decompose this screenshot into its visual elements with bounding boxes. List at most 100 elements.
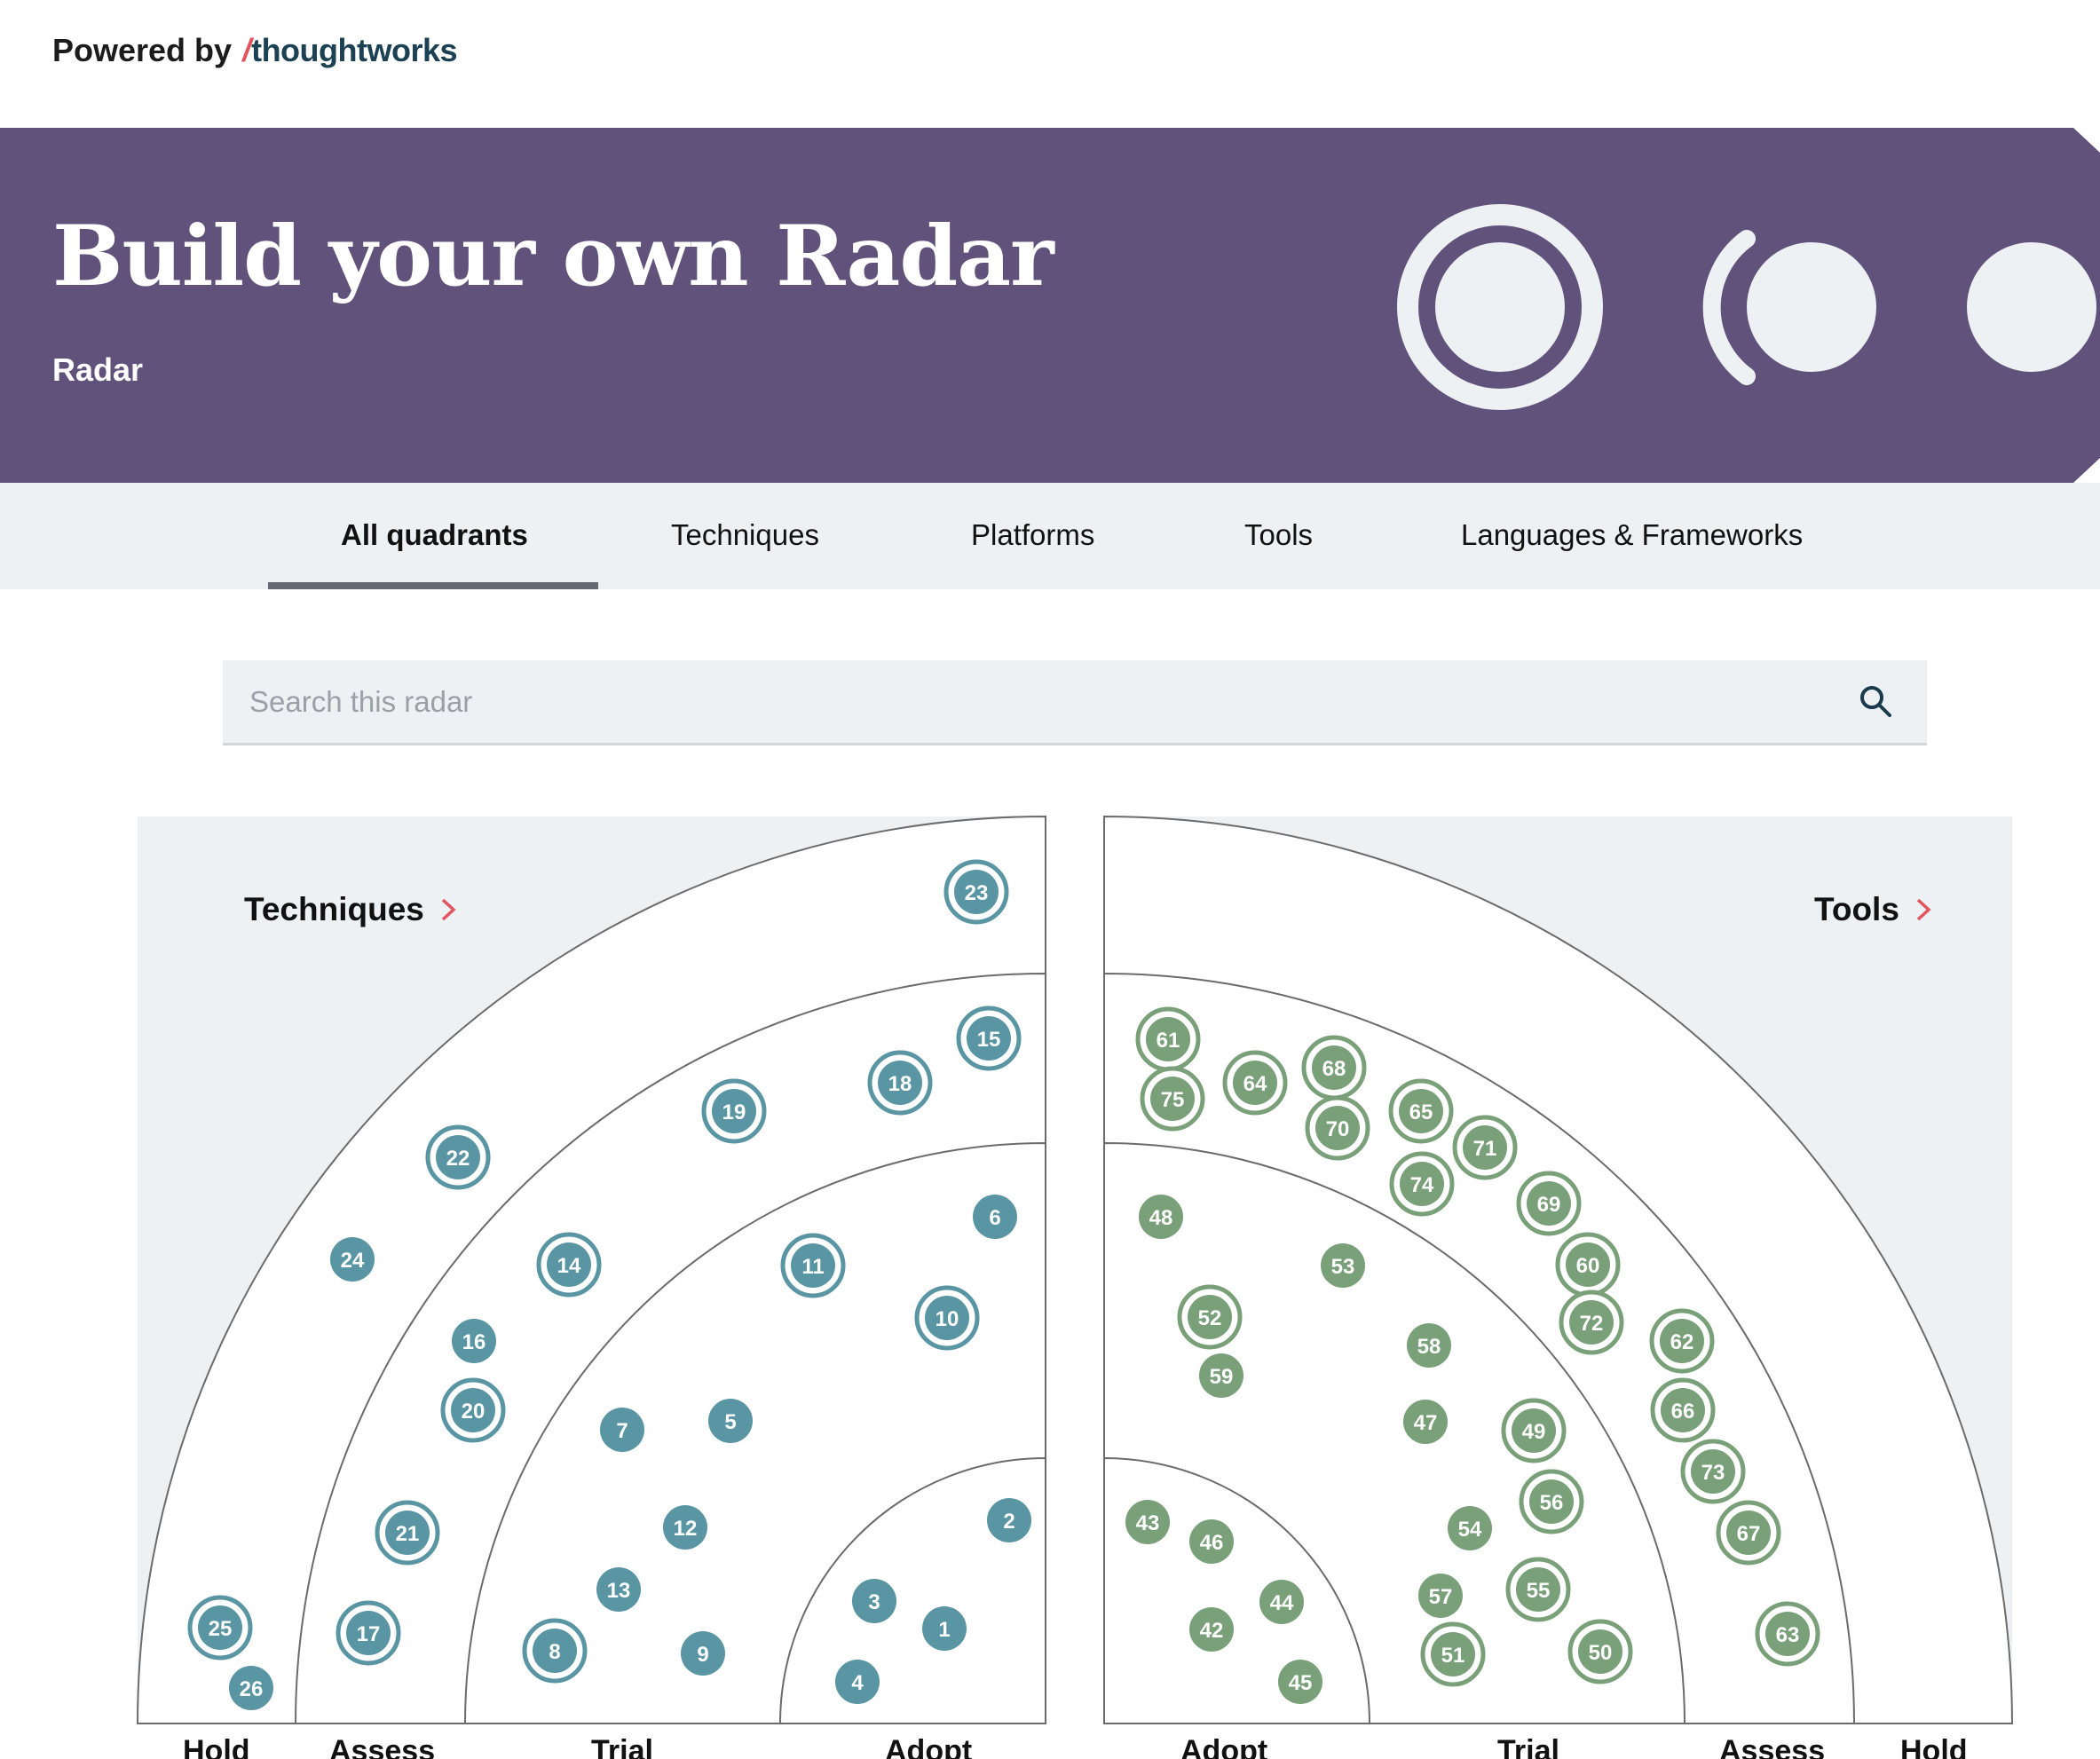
blip-7[interactable]: 7 (600, 1408, 644, 1452)
blip-number: 49 (1522, 1420, 1546, 1444)
search-icon[interactable] (1858, 683, 1893, 719)
techniques-quadrant-link[interactable]: Techniques (244, 891, 456, 928)
blip-18[interactable]: 18 (867, 1050, 933, 1116)
search-input[interactable] (249, 660, 1829, 743)
blip-number: 54 (1458, 1518, 1482, 1542)
hero-decoration (1397, 128, 2100, 483)
blip-42[interactable]: 42 (1189, 1607, 1234, 1652)
blip-70[interactable]: 70 (1305, 1095, 1370, 1161)
ring-label-hold-left: Hold (183, 1734, 250, 1759)
blip-55[interactable]: 55 (1505, 1557, 1571, 1622)
blip-72[interactable]: 72 (1559, 1290, 1624, 1355)
blip-17[interactable]: 17 (336, 1600, 401, 1666)
blip-62[interactable]: 62 (1649, 1308, 1715, 1374)
blip-10[interactable]: 10 (914, 1285, 980, 1351)
blip-number: 17 (357, 1622, 381, 1646)
tools-quadrant-label: Tools (1814, 891, 1899, 927)
blip-67[interactable]: 67 (1716, 1500, 1781, 1566)
tab-all-quadrants[interactable]: All quadrants (341, 518, 528, 552)
hero-banner: Build your own Radar Radar (0, 128, 2100, 483)
blip-number: 25 (209, 1617, 233, 1641)
radar-graph: 23 15 18 19 22 6 24 14 11 10 16 20 7 5 12 2 21 13 3 1 25 17 8 9… (0, 799, 2100, 1759)
tab-platforms[interactable]: Platforms (971, 518, 1094, 552)
blip-26[interactable]: 26 (229, 1666, 273, 1710)
tab-languages-frameworks[interactable]: Languages & Frameworks (1461, 518, 1803, 552)
blip-number: 61 (1157, 1029, 1180, 1053)
blip-48[interactable]: 48 (1139, 1195, 1183, 1239)
active-tab-indicator (268, 582, 598, 589)
blip-5[interactable]: 5 (708, 1399, 753, 1443)
blip-66[interactable]: 66 (1650, 1377, 1716, 1443)
blip-44[interactable]: 44 (1259, 1580, 1304, 1624)
chevron-right-icon (1916, 898, 1931, 921)
blip-24[interactable]: 24 (330, 1237, 375, 1282)
blip-51[interactable]: 51 (1420, 1621, 1486, 1687)
blip-number: 4 (851, 1671, 864, 1695)
blip-65[interactable]: 65 (1388, 1078, 1454, 1144)
blip-14[interactable]: 14 (536, 1232, 602, 1298)
blip-4[interactable]: 4 (835, 1660, 880, 1704)
blip-19[interactable]: 19 (701, 1078, 767, 1144)
blip-73[interactable]: 73 (1680, 1439, 1746, 1504)
blip-11[interactable]: 11 (780, 1233, 846, 1298)
blip-49[interactable]: 49 (1501, 1398, 1567, 1463)
tools-quadrant-link[interactable]: Tools (1814, 891, 1931, 928)
blip-57[interactable]: 57 (1418, 1574, 1463, 1618)
techniques-quadrant-label: Techniques (244, 891, 424, 927)
blip-number: 64 (1243, 1072, 1267, 1096)
powered-by[interactable]: Powered by / thoughtworks (52, 32, 458, 69)
blip-63[interactable]: 63 (1755, 1601, 1820, 1667)
blip-75[interactable]: 75 (1140, 1066, 1205, 1132)
tab-tools[interactable]: Tools (1244, 518, 1313, 552)
blip-2[interactable]: 2 (987, 1498, 1031, 1542)
blip-56[interactable]: 56 (1519, 1469, 1584, 1534)
blip-number: 74 (1410, 1173, 1434, 1197)
blip-59[interactable]: 59 (1199, 1353, 1243, 1398)
ring-label-assess-left: Assess (329, 1734, 436, 1759)
blip-74[interactable]: 74 (1389, 1151, 1455, 1217)
blip-60[interactable]: 60 (1555, 1232, 1621, 1298)
thoughtworks-logo: thoughtworks (251, 32, 458, 68)
blip-number: 62 (1670, 1330, 1694, 1354)
blip-54[interactable]: 54 (1448, 1506, 1492, 1550)
blip-number: 73 (1701, 1461, 1725, 1485)
blip-number: 19 (722, 1100, 746, 1124)
blip-43[interactable]: 43 (1125, 1500, 1170, 1544)
blip-20[interactable]: 20 (440, 1377, 506, 1443)
blip-25[interactable]: 25 (187, 1595, 253, 1660)
blip-64[interactable]: 64 (1222, 1050, 1288, 1116)
blip-21[interactable]: 21 (375, 1500, 440, 1566)
blip-13[interactable]: 13 (596, 1567, 641, 1612)
blip-52[interactable]: 52 (1177, 1284, 1243, 1350)
tab-techniques[interactable]: Techniques (671, 518, 819, 552)
circle-icon-right (1967, 242, 2096, 372)
quadrant-tabs: All quadrants Techniques Platforms Tools… (0, 483, 2100, 589)
blip-69[interactable]: 69 (1516, 1171, 1582, 1236)
blip-61[interactable]: 61 (1135, 1006, 1201, 1072)
blip-50[interactable]: 50 (1567, 1619, 1633, 1684)
blip-45[interactable]: 45 (1278, 1660, 1322, 1704)
blip-3[interactable]: 3 (852, 1579, 896, 1623)
blip-number: 13 (607, 1579, 631, 1603)
blip-71[interactable]: 71 (1452, 1115, 1518, 1180)
blip-68[interactable]: 68 (1301, 1035, 1367, 1100)
search-bar (223, 660, 1927, 745)
blip-number: 26 (240, 1677, 264, 1701)
blip-22[interactable]: 22 (425, 1124, 491, 1190)
blip-number: 65 (1409, 1100, 1433, 1124)
blip-9[interactable]: 9 (681, 1631, 725, 1676)
blip-1[interactable]: 1 (922, 1606, 967, 1651)
blip-58[interactable]: 58 (1407, 1323, 1451, 1368)
blip-16[interactable]: 16 (452, 1319, 496, 1363)
blip-23[interactable]: 23 (943, 859, 1009, 925)
blip-12[interactable]: 12 (663, 1505, 707, 1550)
blip-8[interactable]: 8 (522, 1618, 588, 1684)
blip-46[interactable]: 46 (1189, 1519, 1234, 1564)
blip-number: 60 (1576, 1254, 1600, 1278)
ring-label-trial-left: Trial (591, 1734, 653, 1759)
blip-6[interactable]: 6 (973, 1195, 1017, 1239)
blip-47[interactable]: 47 (1403, 1400, 1448, 1444)
blip-53[interactable]: 53 (1321, 1243, 1365, 1288)
blip-15[interactable]: 15 (956, 1006, 1022, 1071)
ring-label-assess-right: Assess (1719, 1734, 1826, 1759)
